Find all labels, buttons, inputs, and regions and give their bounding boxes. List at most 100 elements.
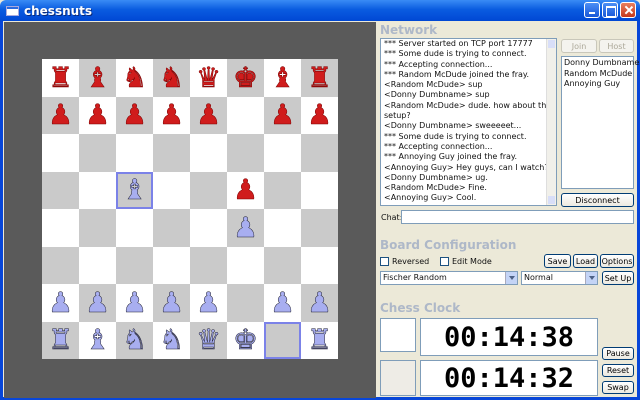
board-square[interactable]: ♟ bbox=[264, 284, 301, 322]
board-square[interactable] bbox=[42, 246, 79, 284]
red-pawn-icon[interactable]: ♟ bbox=[48, 101, 74, 130]
red-rook-icon[interactable]: ♜ bbox=[307, 63, 333, 92]
chess-board[interactable]: ♜ ♝ ♞ ♞ ♛ ♚ ♝ ♜ ♟ ♟ ♟ ♟ ♟ ♟ ♟ ♝ ♟ ♟ ♟ ♟ ♟ ♟ ♟ ♟ ♟ ♜ ♝ ♞ ♞ ♛ ♚ ♜ bbox=[42, 59, 338, 359]
board-square[interactable]: ♞ bbox=[153, 321, 190, 359]
board-square[interactable] bbox=[264, 321, 301, 359]
red-pawn-icon[interactable]: ♟ bbox=[233, 176, 259, 205]
close-button[interactable] bbox=[620, 2, 636, 18]
blue-pawn-icon[interactable]: ♟ bbox=[233, 213, 259, 242]
reversed-checkbox-box[interactable] bbox=[380, 257, 389, 266]
load-button[interactable]: Load bbox=[573, 254, 598, 268]
board-square[interactable] bbox=[79, 209, 116, 247]
blue-rook-icon[interactable]: ♜ bbox=[307, 326, 333, 355]
user-list-item[interactable]: Donny Dumbname bbox=[564, 58, 639, 69]
network-log[interactable]: *** Server started on TCP port 17777 *** … bbox=[380, 38, 557, 206]
board-square[interactable]: ♞ bbox=[116, 321, 153, 359]
user-list-item[interactable]: Random McDude bbox=[564, 69, 632, 80]
board-square[interactable]: ♟ bbox=[79, 284, 116, 322]
board-square[interactable] bbox=[264, 209, 301, 247]
board-square[interactable]: ♜ bbox=[301, 321, 338, 359]
blue-queen-icon[interactable]: ♛ bbox=[196, 326, 222, 355]
reset-button[interactable]: Reset bbox=[602, 364, 634, 377]
board-square[interactable] bbox=[190, 171, 227, 209]
board-square[interactable]: ♟ bbox=[153, 96, 190, 134]
board-square[interactable]: ♚ bbox=[227, 59, 264, 97]
board-square[interactable] bbox=[153, 246, 190, 284]
blue-pawn-icon[interactable]: ♟ bbox=[48, 288, 74, 317]
red-pawn-icon[interactable]: ♟ bbox=[122, 101, 148, 130]
blue-pawn-icon[interactable]: ♟ bbox=[270, 288, 296, 317]
chevron-down-icon[interactable] bbox=[585, 272, 597, 284]
board-square[interactable]: ♝ bbox=[116, 171, 153, 209]
board-square[interactable]: ♟ bbox=[227, 209, 264, 247]
blue-knight-icon[interactable]: ♞ bbox=[159, 326, 185, 355]
variant-select[interactable]: Fischer Random bbox=[380, 271, 518, 285]
board-square[interactable]: ♛ bbox=[190, 59, 227, 97]
board-square[interactable] bbox=[79, 171, 116, 209]
user-list-item[interactable]: Annoying Guy bbox=[564, 79, 631, 90]
red-bishop-icon[interactable]: ♝ bbox=[85, 63, 111, 92]
blue-rook-icon[interactable]: ♜ bbox=[48, 326, 74, 355]
board-square[interactable] bbox=[227, 134, 264, 172]
save-button[interactable]: Save bbox=[544, 254, 571, 268]
red-pawn-icon[interactable]: ♟ bbox=[85, 101, 111, 130]
board-square[interactable] bbox=[190, 246, 227, 284]
red-king-icon[interactable]: ♚ bbox=[233, 63, 259, 92]
board-square[interactable] bbox=[301, 134, 338, 172]
red-queen-icon[interactable]: ♛ bbox=[196, 63, 222, 92]
board-square[interactable] bbox=[264, 171, 301, 209]
board-square[interactable] bbox=[42, 171, 79, 209]
board-square[interactable]: ♞ bbox=[153, 59, 190, 97]
red-knight-icon[interactable]: ♞ bbox=[159, 63, 185, 92]
board-square[interactable] bbox=[116, 209, 153, 247]
board-square[interactable]: ♟ bbox=[301, 284, 338, 322]
edit-mode-checkbox[interactable]: Edit Mode bbox=[440, 257, 492, 266]
board-square[interactable]: ♝ bbox=[79, 59, 116, 97]
board-square[interactable]: ♞ bbox=[116, 59, 153, 97]
board-square[interactable]: ♜ bbox=[301, 59, 338, 97]
red-knight-icon[interactable]: ♞ bbox=[122, 63, 148, 92]
blue-pawn-icon[interactable]: ♟ bbox=[159, 288, 185, 317]
red-pawn-icon[interactable]: ♟ bbox=[307, 101, 333, 130]
title-bar[interactable]: chessnuts bbox=[0, 0, 640, 21]
board-square[interactable] bbox=[153, 209, 190, 247]
board-square[interactable]: ♜ bbox=[42, 59, 79, 97]
blue-knight-icon[interactable]: ♞ bbox=[122, 326, 148, 355]
blue-bishop-icon[interactable]: ♝ bbox=[122, 176, 148, 205]
join-button[interactable]: Join bbox=[561, 39, 597, 53]
board-square[interactable]: ♟ bbox=[116, 284, 153, 322]
board-square[interactable]: ♟ bbox=[79, 96, 116, 134]
board-square[interactable] bbox=[190, 134, 227, 172]
disconnect-button[interactable]: Disconnect bbox=[561, 193, 634, 207]
board-square[interactable]: ♟ bbox=[42, 284, 79, 322]
board-square[interactable]: ♟ bbox=[153, 284, 190, 322]
chevron-down-icon[interactable] bbox=[505, 272, 517, 284]
board-square[interactable]: ♚ bbox=[227, 321, 264, 359]
edit-mode-checkbox-box[interactable] bbox=[440, 257, 449, 266]
board-square[interactable] bbox=[79, 134, 116, 172]
red-bishop-icon[interactable]: ♝ bbox=[270, 63, 296, 92]
host-button[interactable]: Host bbox=[599, 39, 634, 53]
board-square[interactable] bbox=[301, 171, 338, 209]
board-square[interactable]: ♛ bbox=[190, 321, 227, 359]
blue-bishop-icon[interactable]: ♝ bbox=[85, 326, 111, 355]
blue-pawn-icon[interactable]: ♟ bbox=[307, 288, 333, 317]
board-square[interactable]: ♟ bbox=[190, 96, 227, 134]
mode-select[interactable]: Normal bbox=[521, 271, 598, 285]
blue-pawn-icon[interactable]: ♟ bbox=[122, 288, 148, 317]
maximize-button[interactable] bbox=[602, 2, 618, 18]
board-square[interactable]: ♝ bbox=[264, 59, 301, 97]
board-square[interactable] bbox=[42, 134, 79, 172]
reversed-checkbox[interactable]: Reversed bbox=[380, 257, 429, 266]
blue-pawn-icon[interactable]: ♟ bbox=[196, 288, 222, 317]
options-button[interactable]: Options bbox=[600, 254, 634, 268]
red-pawn-icon[interactable]: ♟ bbox=[196, 101, 222, 130]
board-square[interactable]: ♟ bbox=[116, 96, 153, 134]
blue-pawn-icon[interactable]: ♟ bbox=[85, 288, 111, 317]
log-scrollbar[interactable] bbox=[546, 39, 556, 205]
board-square[interactable] bbox=[227, 246, 264, 284]
red-pawn-icon[interactable]: ♟ bbox=[159, 101, 185, 130]
board-square[interactable] bbox=[301, 246, 338, 284]
swap-button[interactable]: Swap bbox=[602, 381, 634, 394]
red-pawn-icon[interactable]: ♟ bbox=[270, 101, 296, 130]
